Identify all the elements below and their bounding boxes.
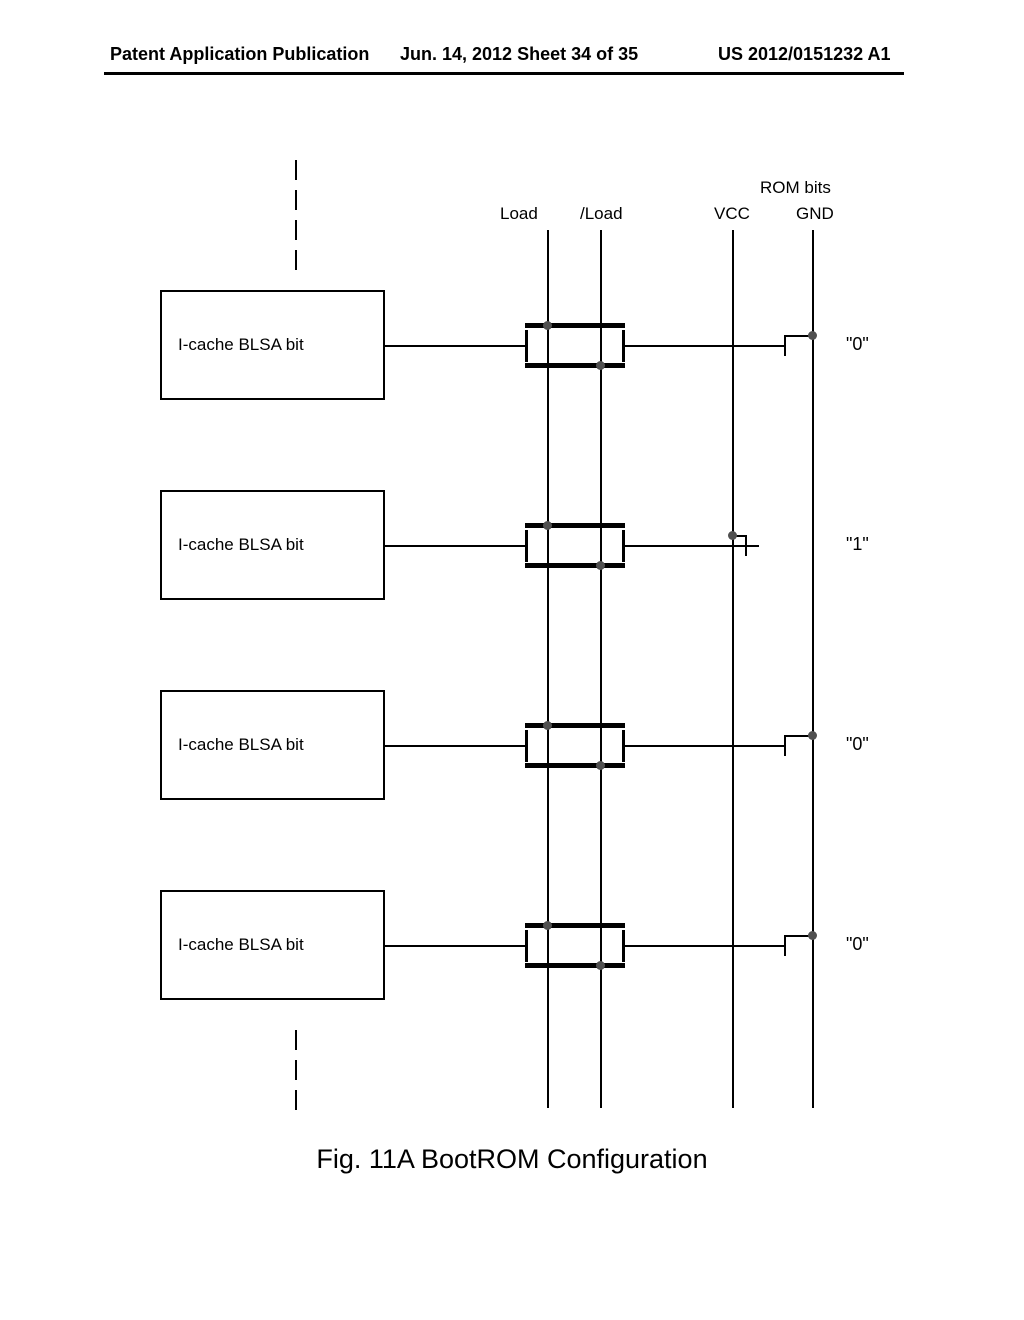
rom-value-label: "0" (846, 734, 869, 755)
transistor-stub (770, 945, 784, 947)
wire (385, 945, 525, 947)
label-rombits: ROM bits (760, 178, 831, 198)
label-load: Load (500, 204, 538, 224)
line-load (547, 230, 549, 1108)
tgate-bar (525, 523, 625, 528)
node (543, 321, 552, 330)
rom-value-label: "1" (846, 534, 869, 555)
tgate-bar (525, 763, 625, 768)
node (543, 721, 552, 730)
box-label: I-cache BLSA bit (178, 935, 304, 955)
wire (385, 745, 525, 747)
box-label: I-cache BLSA bit (178, 735, 304, 755)
figure-caption: Fig. 11A BootROM Configuration (0, 1144, 1024, 1175)
node (596, 361, 605, 370)
tgate-bar (525, 363, 625, 368)
tgate-bar (525, 963, 625, 968)
header-left: Patent Application Publication (110, 44, 369, 65)
wire (385, 545, 525, 547)
header-right: US 2012/0151232 A1 (718, 44, 890, 65)
transistor-stub (770, 345, 784, 347)
line-gnd (812, 230, 814, 1108)
node (596, 761, 605, 770)
transistor-gate (784, 736, 786, 756)
icache-blsa-bit-box: I-cache BLSA bit (160, 690, 385, 800)
rom-value-label: "0" (846, 934, 869, 955)
bootrom-diagram: ROM bits Load /Load VCC GND I-cache BLSA… (120, 190, 900, 1170)
dash-top (295, 190, 297, 210)
dash-top (295, 160, 297, 180)
tgate-side (525, 930, 528, 962)
transistor-gate (784, 336, 786, 356)
icache-blsa-bit-box: I-cache BLSA bit (160, 490, 385, 600)
rom-value-label: "0" (846, 334, 869, 355)
tgate-side (525, 330, 528, 362)
line-vcc (732, 230, 734, 1108)
wire (625, 945, 770, 947)
node (596, 561, 605, 570)
dash-bottom (295, 1030, 297, 1050)
box-label: I-cache BLSA bit (178, 335, 304, 355)
header-rule (104, 72, 904, 75)
dash-bottom (295, 1060, 297, 1080)
node (808, 331, 817, 340)
label-gnd: GND (796, 204, 834, 224)
dash-top (295, 250, 297, 270)
transistor-gate (784, 936, 786, 956)
node (596, 961, 605, 970)
transistor-stub (745, 545, 759, 547)
tgate-side (525, 530, 528, 562)
tgate-bar (525, 923, 625, 928)
tgate-bar (525, 723, 625, 728)
wire (625, 345, 770, 347)
wire (625, 545, 745, 547)
node (543, 521, 552, 530)
tgate-bar (525, 563, 625, 568)
tgate-bar (525, 323, 625, 328)
box-label: I-cache BLSA bit (178, 535, 304, 555)
header-middle: Jun. 14, 2012 Sheet 34 of 35 (400, 44, 638, 65)
tgate-side (525, 730, 528, 762)
node (808, 931, 817, 940)
wire (625, 745, 770, 747)
dash-bottom (295, 1090, 297, 1110)
label-nload: /Load (580, 204, 623, 224)
transistor-stub (770, 745, 784, 747)
transistor-gate (745, 536, 747, 556)
node (728, 531, 737, 540)
icache-blsa-bit-box: I-cache BLSA bit (160, 290, 385, 400)
icache-blsa-bit-box: I-cache BLSA bit (160, 890, 385, 1000)
node (808, 731, 817, 740)
node (543, 921, 552, 930)
wire (385, 345, 525, 347)
dash-top (295, 220, 297, 240)
label-vcc: VCC (714, 204, 750, 224)
